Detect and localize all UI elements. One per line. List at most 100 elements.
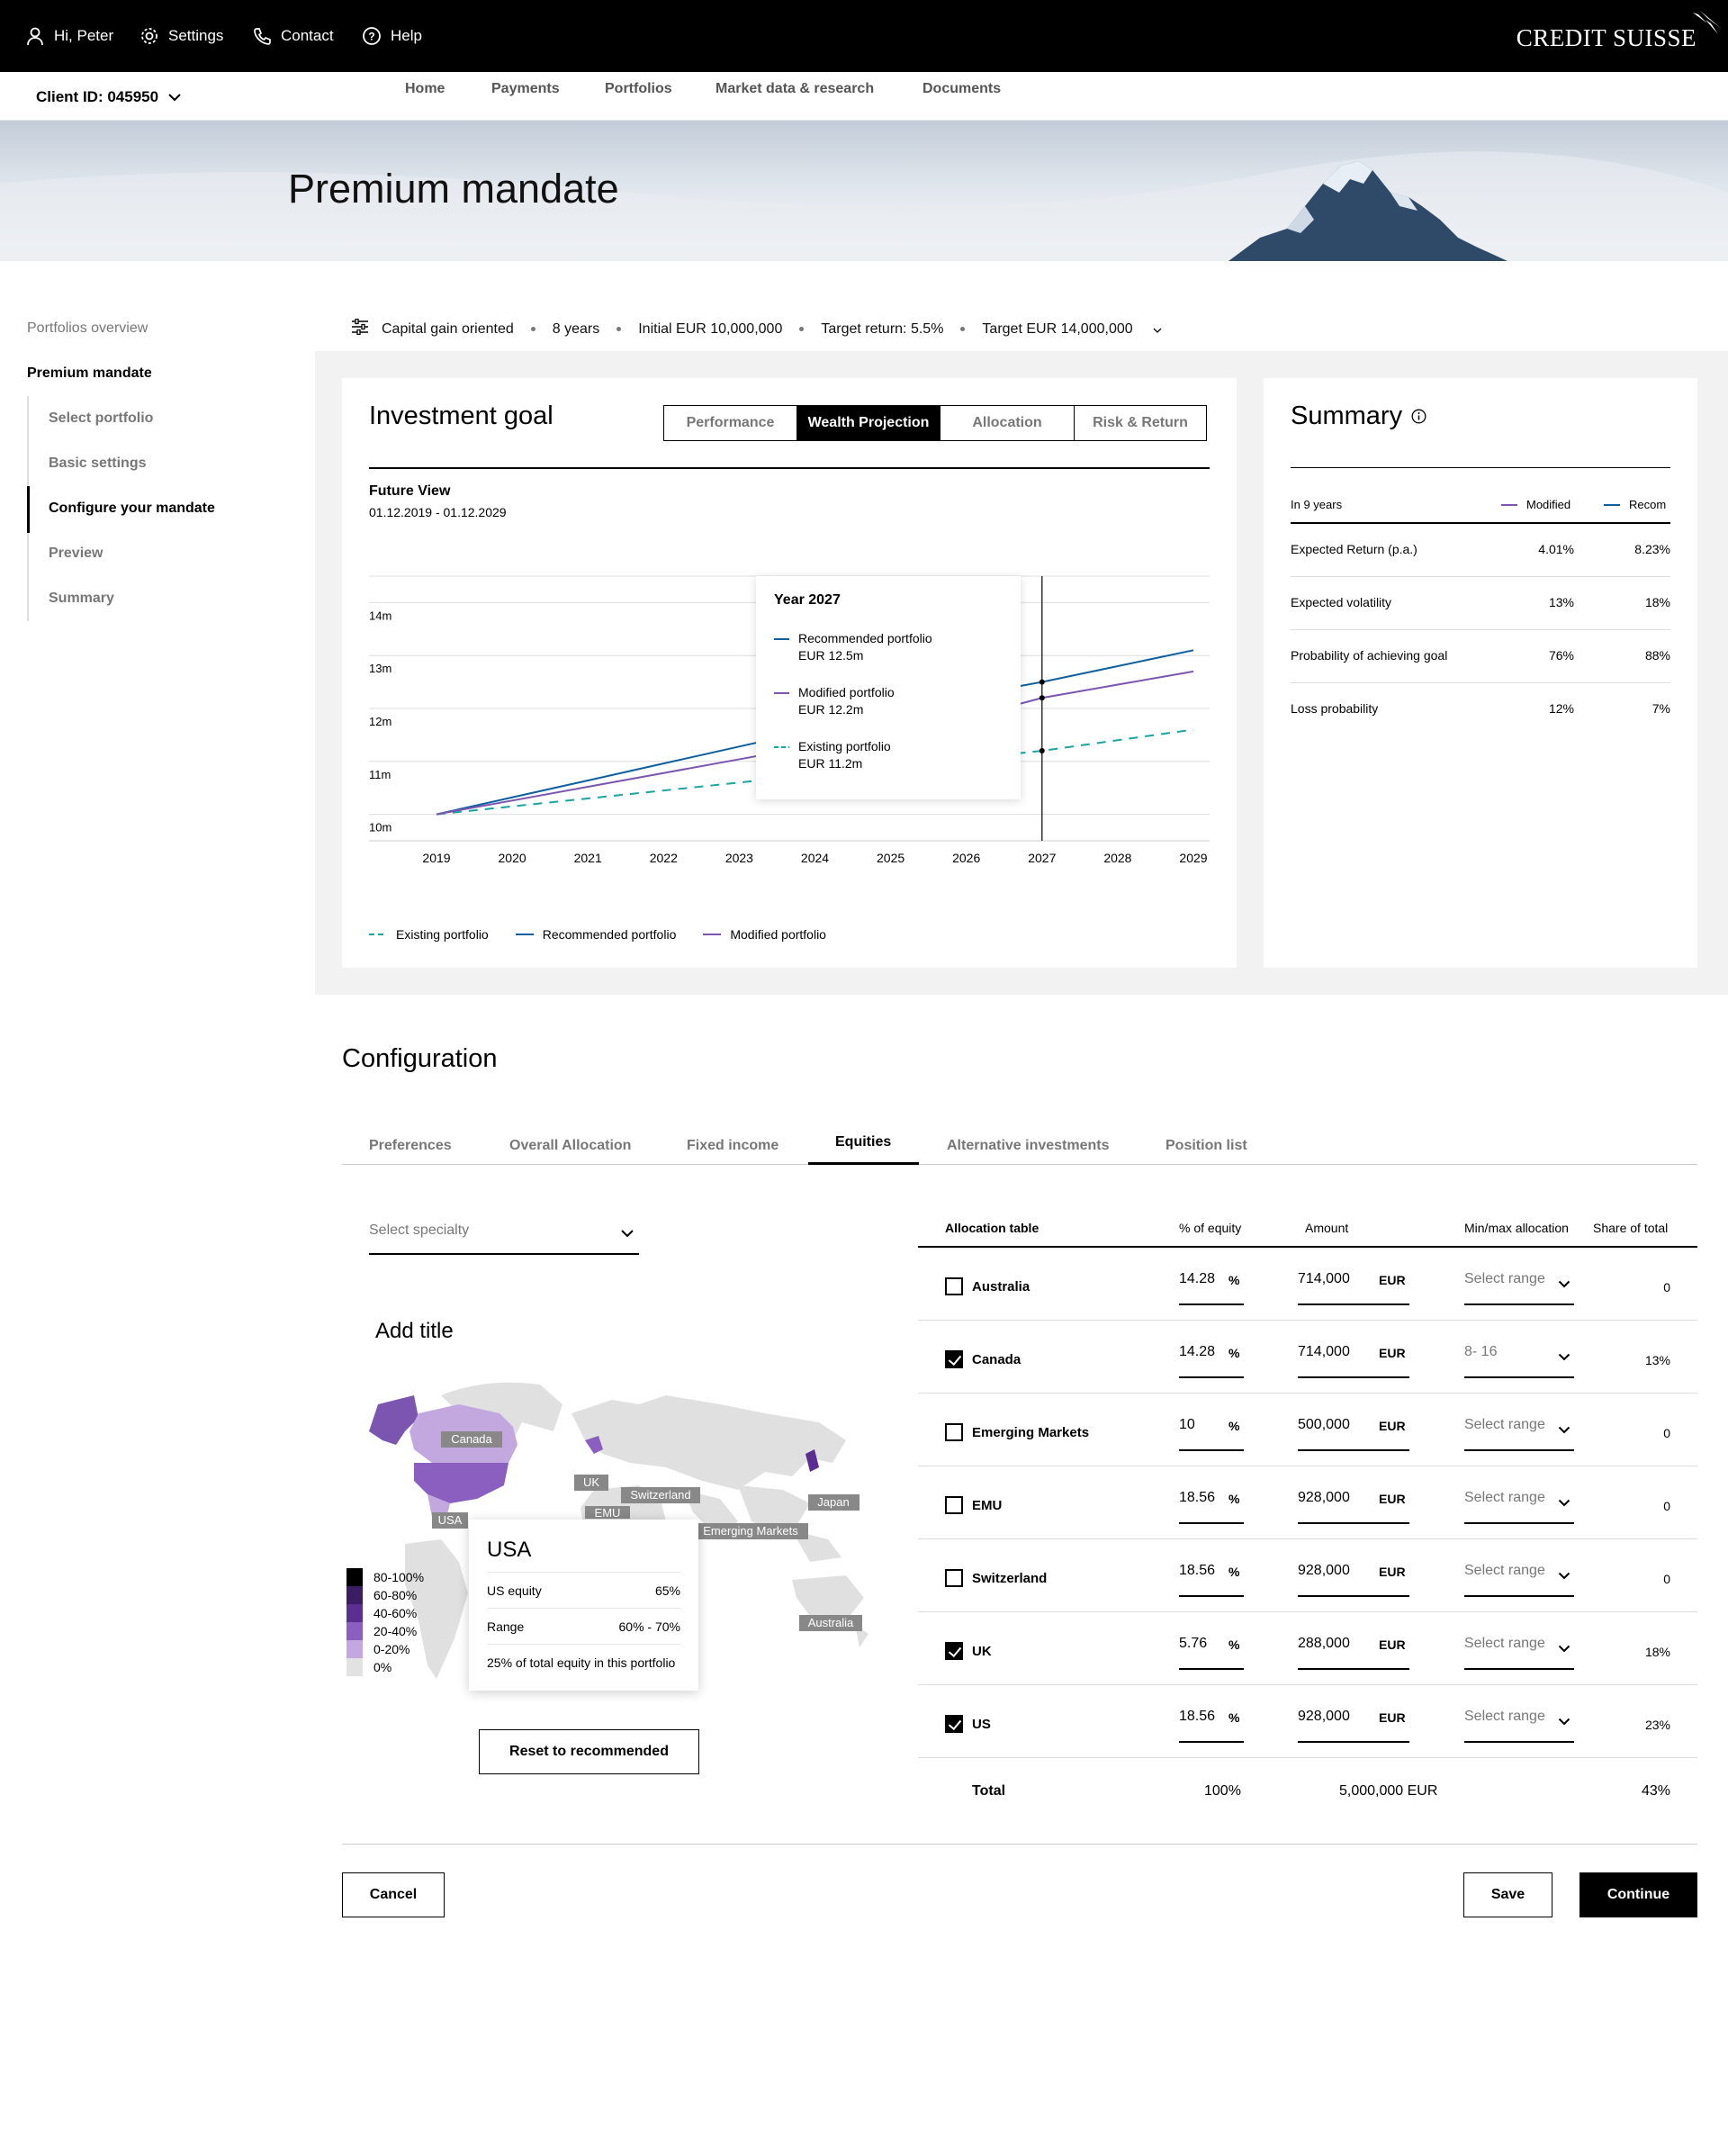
add-title[interactable]: Add title	[375, 1319, 454, 1344]
pct-input[interactable]: 18.56%	[1179, 1557, 1244, 1597]
sidebar-portfolios-overview[interactable]: Portfolios overview	[27, 320, 148, 337]
param-horizon: 8 years	[552, 320, 600, 337]
marker-point	[1039, 748, 1045, 754]
gear-icon	[140, 26, 159, 46]
info-icon[interactable]	[1411, 401, 1426, 431]
range-select[interactable]: Select range	[1464, 1266, 1574, 1305]
nav-portfolios[interactable]: Portfolios	[605, 81, 672, 97]
sidebar-steps: Select portfolio Basic settings Configur…	[27, 396, 297, 621]
summary-title-text: Summary	[1291, 401, 1403, 430]
future-view-dates: 01.12.2019 - 01.12.2029	[369, 505, 507, 519]
range-select[interactable]: Select range	[1464, 1412, 1574, 1451]
amount-input[interactable]: 928,000 EUR	[1298, 1557, 1409, 1597]
specialty-select[interactable]: Select specialty	[369, 1213, 639, 1255]
amount-input[interactable]: 500,000 EUR	[1298, 1412, 1409, 1451]
tab-allocation[interactable]: Allocation	[940, 406, 1075, 440]
nav-payments[interactable]: Payments	[491, 81, 560, 97]
legend-existing[interactable]: Existing portfolio	[369, 927, 489, 942]
pct-unit: %	[1228, 1419, 1240, 1433]
row-checkbox[interactable]	[945, 1350, 963, 1368]
tooltip-recommended-label: Recommended portfolio	[798, 631, 932, 645]
continue-button[interactable]: Continue	[1580, 1872, 1697, 1917]
amount-input[interactable]: 288,000 EUR	[1298, 1630, 1409, 1670]
summary-row-label: Expected Return (p.a.)	[1291, 542, 1418, 556]
map-label-emu: EMU	[595, 1506, 621, 1520]
nav-documents[interactable]: Documents	[922, 81, 1001, 97]
client-selector[interactable]: Client ID: 045950	[36, 88, 182, 106]
col-minmax: Min/max allocation	[1464, 1221, 1569, 1235]
legend-label: 20-40%	[374, 1624, 418, 1638]
pct-value: 10	[1179, 1417, 1195, 1432]
tab-wealth-projection[interactable]: Wealth Projection	[797, 406, 940, 440]
map-label-usa: USA	[438, 1513, 463, 1527]
step-select-portfolio[interactable]: Select portfolio	[49, 410, 153, 427]
range-select[interactable]: Select range	[1464, 1703, 1574, 1743]
tab-position-list[interactable]: Position list	[1166, 1138, 1247, 1154]
help-link[interactable]: ? Help	[362, 0, 422, 72]
param-target-return: Target return: 5.5%	[821, 320, 944, 337]
tab-equities[interactable]: Equities	[835, 1134, 891, 1150]
sidebar-premium-mandate[interactable]: Premium mandate	[27, 365, 152, 382]
cancel-button[interactable]: Cancel	[342, 1872, 445, 1917]
row-checkbox[interactable]	[945, 1496, 963, 1514]
range-select[interactable]: Select range	[1464, 1484, 1574, 1524]
chevron-down-icon	[1558, 1641, 1570, 1657]
legend-recommended[interactable]: Recommended portfolio	[515, 927, 676, 942]
tab-performance[interactable]: Performance	[664, 406, 797, 440]
col-share: Share of total	[1593, 1221, 1669, 1235]
step-preview[interactable]: Preview	[49, 546, 103, 562]
contact-link[interactable]: Contact	[252, 0, 334, 72]
nav-market-data[interactable]: Market data & research	[716, 81, 874, 97]
user-menu[interactable]: Hi, Peter	[25, 0, 113, 72]
pct-input[interactable]: 5.76%	[1179, 1630, 1244, 1670]
save-button[interactable]: Save	[1463, 1872, 1552, 1917]
pct-input[interactable]: 18.56%	[1179, 1484, 1244, 1524]
reset-to-recommended-button[interactable]: Reset to recommended	[479, 1729, 699, 1774]
configuration-tabs: Preferences Overall Allocation Fixed inc…	[342, 1134, 1697, 1165]
row-checkbox[interactable]	[945, 1642, 963, 1660]
param-strategy: Capital gain oriented	[382, 320, 514, 337]
summary-row-label: Loss probability	[1291, 701, 1379, 716]
step-basic-settings[interactable]: Basic settings	[49, 456, 146, 472]
summary-header: In 9 years Modified Recom	[1291, 495, 1670, 524]
legend-row: 40-60%	[346, 1604, 424, 1622]
tab-fixed-income[interactable]: Fixed income	[687, 1138, 778, 1154]
tab-alternative-investments[interactable]: Alternative investments	[947, 1138, 1110, 1154]
pct-input[interactable]: 10%	[1179, 1412, 1244, 1451]
range-select[interactable]: Select range	[1464, 1557, 1574, 1597]
amount-input[interactable]: 928,000 EUR	[1298, 1484, 1409, 1524]
nav-home[interactable]: Home	[405, 81, 445, 97]
row-name: Emerging Markets	[972, 1425, 1090, 1440]
row-checkbox[interactable]	[945, 1569, 963, 1587]
row-name: UK	[972, 1644, 992, 1659]
amount-input[interactable]: 928,000 EUR	[1298, 1703, 1409, 1743]
tab-overall-allocation[interactable]: Overall Allocation	[509, 1138, 631, 1154]
credit-suisse-logo[interactable]: CREDIT SUISSE	[1516, 11, 1722, 52]
range-value: Select range	[1464, 1271, 1545, 1286]
currency-unit: EUR	[1379, 1565, 1406, 1579]
amount-input[interactable]: 714,000 EUR	[1298, 1339, 1409, 1378]
pct-input[interactable]: 14.28%	[1179, 1339, 1244, 1378]
pct-value: 5.76	[1179, 1636, 1208, 1651]
row-checkbox[interactable]	[945, 1423, 963, 1441]
currency-unit: EUR	[1379, 1492, 1406, 1506]
step-configure-mandate[interactable]: Configure your mandate	[49, 501, 215, 517]
active-step-indicator	[27, 486, 30, 533]
amount-input[interactable]: 714,000 EUR	[1298, 1266, 1409, 1305]
range-select[interactable]: 8- 16	[1464, 1339, 1574, 1378]
settings-link[interactable]: Settings	[140, 0, 223, 72]
range-value: Select range	[1464, 1563, 1545, 1578]
tab-risk-return[interactable]: Risk & Return	[1075, 406, 1206, 440]
total-amount: 5,000,000 EUR	[1339, 1783, 1438, 1799]
row-checkbox[interactable]	[945, 1715, 963, 1733]
pct-input[interactable]: 14.28%	[1179, 1266, 1244, 1305]
mandate-parameters[interactable]: Capital gain oriented 8 years Initial EU…	[351, 318, 1162, 339]
row-checkbox[interactable]	[945, 1277, 963, 1295]
legend-modified[interactable]: Modified portfolio	[703, 927, 826, 942]
range-select[interactable]: Select range	[1464, 1630, 1574, 1670]
step-summary[interactable]: Summary	[49, 591, 114, 607]
range-label: Range	[487, 1619, 525, 1634]
pct-input[interactable]: 18.56%	[1179, 1703, 1244, 1743]
investment-goal-title: Investment goal	[369, 401, 554, 430]
tab-preferences[interactable]: Preferences	[369, 1138, 452, 1154]
